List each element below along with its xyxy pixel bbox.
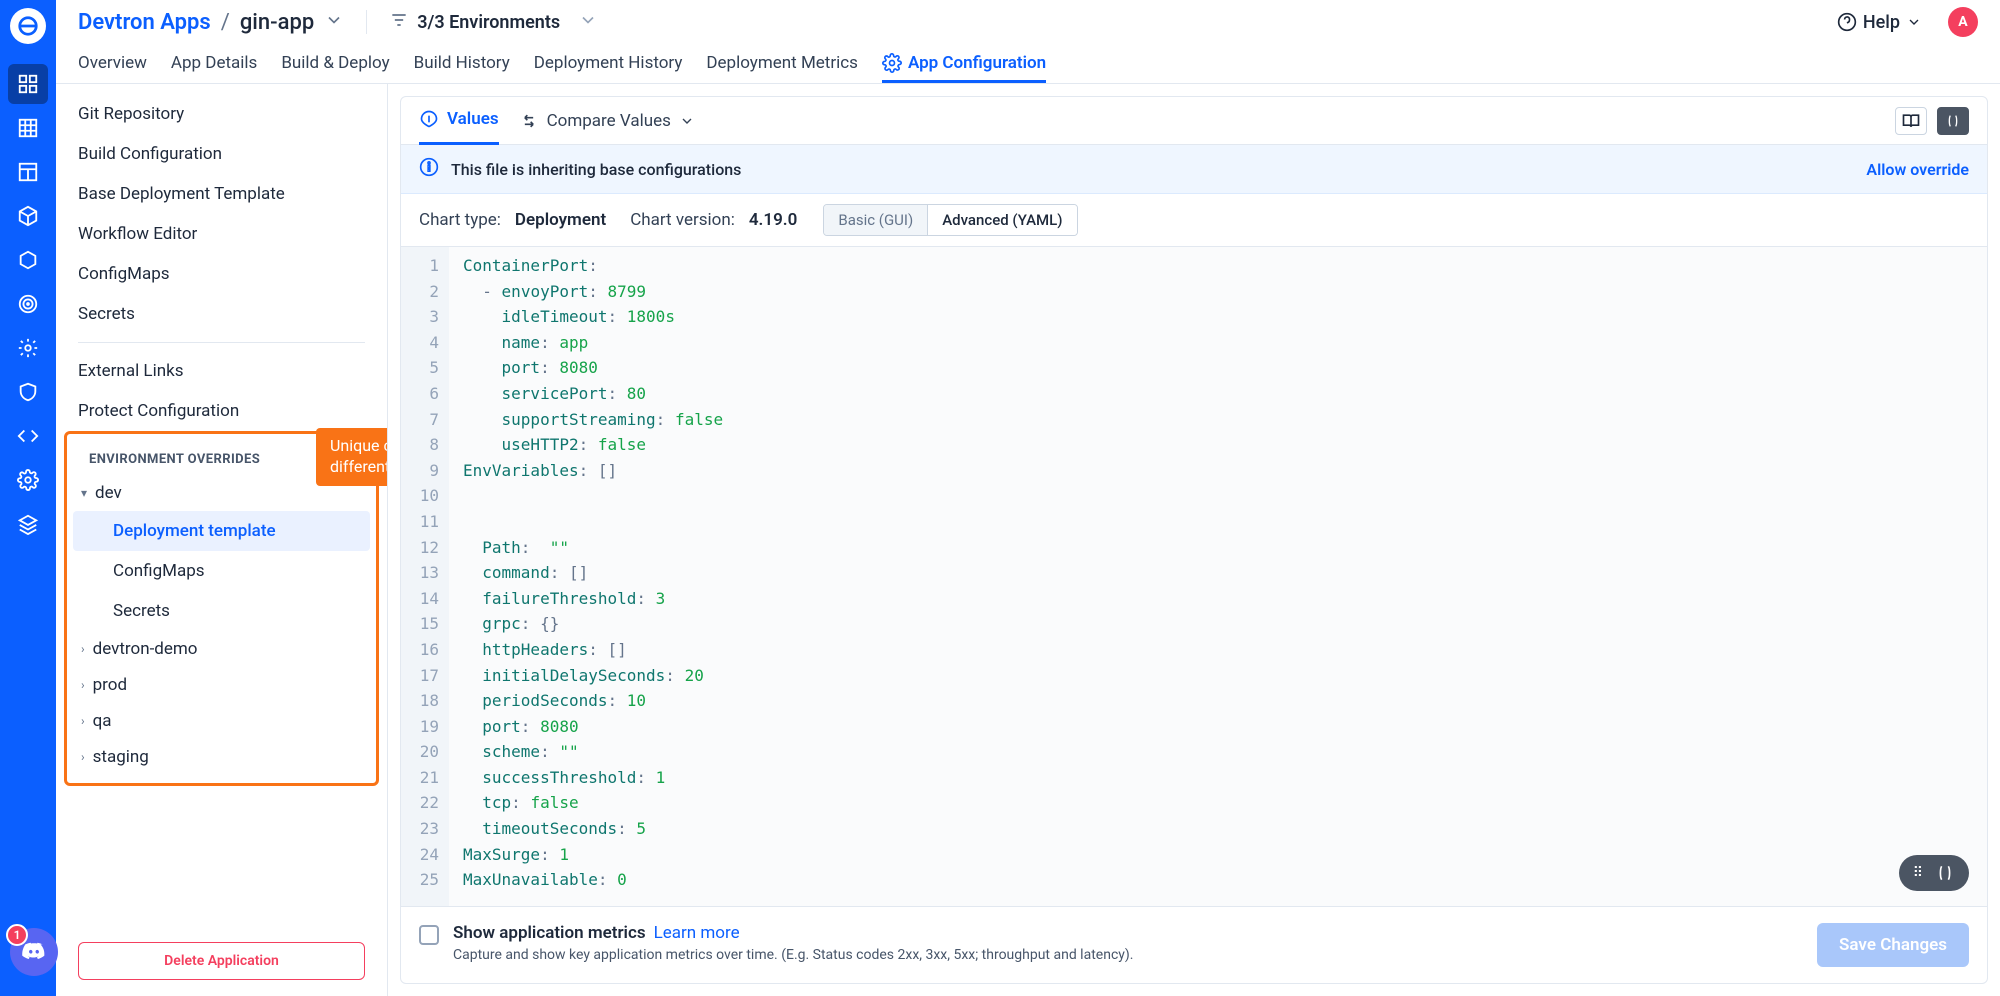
env-callout: Unique configurations for different envi…	[316, 428, 388, 486]
nav-target-icon[interactable]	[8, 284, 48, 324]
chevron-right-icon: ›	[81, 714, 85, 728]
env-row-devtron-demo[interactable]: ›devtron-demo	[67, 631, 376, 667]
tab-build-deploy[interactable]: Build & Deploy	[281, 53, 389, 83]
footer-title: Show application metrics	[453, 923, 646, 943]
variables-button[interactable]	[1937, 107, 1969, 135]
info-strip: This file is inheriting base configurati…	[401, 145, 1987, 194]
tab-deployment-history[interactable]: Deployment History	[534, 53, 683, 83]
nav-window-icon[interactable]	[8, 152, 48, 192]
env-filter[interactable]: 3/3 Environments	[389, 10, 598, 35]
sidebar-item-git-repo[interactable]: Git Repository	[56, 94, 387, 134]
nav-gear-icon[interactable]	[8, 328, 48, 368]
nav-settings-icon[interactable]	[8, 460, 48, 500]
tab-build-history[interactable]: Build History	[414, 53, 510, 83]
help-button[interactable]: Help	[1837, 12, 1922, 33]
nav-apps-icon[interactable]	[8, 64, 48, 104]
app-tabs: Overview App Details Build & Deploy Buil…	[56, 44, 2000, 84]
chevron-down-icon	[578, 10, 598, 35]
discord-badge: 1	[6, 924, 28, 946]
nav-cube-icon[interactable]	[8, 240, 48, 280]
nav-package-icon[interactable]	[8, 196, 48, 236]
info-text: This file is inheriting base configurati…	[451, 160, 741, 179]
env-row-staging[interactable]: ›staging	[67, 739, 376, 775]
view-mode-segment: Basic (GUI) Advanced (YAML)	[823, 204, 1077, 236]
env-overrides-box: Unique configurations for different envi…	[64, 431, 379, 786]
tab-app-configuration[interactable]: App Configuration	[882, 53, 1046, 83]
readme-button[interactable]	[1895, 107, 1927, 135]
filter-icon	[389, 10, 409, 35]
drag-icon: ⠿	[1913, 865, 1923, 881]
chart-type-label: Chart type:	[419, 210, 501, 230]
delete-application-button[interactable]: Delete Application	[78, 942, 365, 980]
devtron-logo[interactable]	[10, 8, 46, 44]
nav-grid-icon[interactable]	[8, 108, 48, 148]
chevron-down-icon[interactable]	[324, 10, 344, 34]
user-avatar[interactable]: A	[1948, 7, 1978, 37]
braces-icon	[1935, 863, 1955, 883]
tab-app-details[interactable]: App Details	[171, 53, 257, 83]
breadcrumb-bar: Devtron Apps / gin-app 3/3 Environments …	[56, 0, 2000, 44]
segment-basic[interactable]: Basic (GUI)	[824, 205, 928, 235]
panel-footer: Show application metrics Learn more Captu…	[401, 906, 1987, 983]
config-panel: Values Compare Values This file is inher…	[400, 96, 1988, 984]
discord-button[interactable]: 1	[10, 928, 58, 976]
env-filter-label: 3/3 Environments	[417, 12, 560, 33]
panel-tab-values[interactable]: Values	[419, 97, 499, 145]
sidebar-item-workflow-editor[interactable]: Workflow Editor	[56, 214, 387, 254]
sidebar-item-configmaps[interactable]: ConfigMaps	[56, 254, 387, 294]
panel-tab-compare[interactable]: Compare Values	[519, 111, 695, 131]
config-sidebar: Git Repository Build Configuration Base …	[56, 84, 388, 996]
env-row-prod[interactable]: ›prod	[67, 667, 376, 703]
sidebar-item-base-template[interactable]: Base Deployment Template	[56, 174, 387, 214]
chevron-right-icon: ›	[81, 678, 85, 692]
breadcrumb-root[interactable]: Devtron Apps	[78, 10, 211, 35]
tab-deployment-metrics[interactable]: Deployment Metrics	[706, 53, 858, 83]
yaml-editor[interactable]: 1234567891011121314151617181920212223242…	[401, 247, 1987, 906]
sidebar-item-build-config[interactable]: Build Configuration	[56, 134, 387, 174]
nav-layers-icon[interactable]	[8, 504, 48, 544]
segment-advanced[interactable]: Advanced (YAML)	[928, 205, 1076, 235]
chart-version-value: 4.19.0	[749, 210, 798, 230]
learn-more-link[interactable]: Learn more	[654, 923, 740, 943]
env-child-secrets[interactable]: Secrets	[73, 591, 370, 631]
chart-type-value: Deployment	[515, 210, 606, 230]
chart-meta-row: Chart type: Deployment Chart version: 4.…	[401, 194, 1987, 247]
breadcrumb-sep: /	[221, 10, 230, 35]
sidebar-item-protect-config[interactable]: Protect Configuration	[56, 391, 387, 431]
allow-override-link[interactable]: Allow override	[1866, 160, 1969, 179]
sidebar-item-secrets[interactable]: Secrets	[56, 294, 387, 334]
chart-version-label: Chart version:	[630, 210, 735, 230]
breadcrumb-leaf: gin-app	[240, 10, 314, 35]
footer-subtitle: Capture and show key application metrics…	[453, 947, 1133, 963]
global-nav: 1	[0, 0, 56, 996]
env-child-configmaps[interactable]: ConfigMaps	[73, 551, 370, 591]
save-changes-button[interactable]: Save Changes	[1817, 923, 1969, 967]
metrics-checkbox[interactable]	[419, 925, 439, 945]
env-row-qa[interactable]: ›qa	[67, 703, 376, 739]
chevron-right-icon: ›	[81, 750, 85, 764]
scoped-variables-pill[interactable]: ⠿	[1899, 855, 1969, 891]
tab-overview[interactable]: Overview	[78, 53, 147, 83]
sidebar-item-external-links[interactable]: External Links	[56, 351, 387, 391]
env-child-deployment-template[interactable]: Deployment template	[73, 511, 370, 551]
chevron-down-icon: ▾	[81, 486, 87, 500]
info-icon	[419, 157, 439, 181]
chevron-right-icon: ›	[81, 642, 85, 656]
nav-shield-icon[interactable]	[8, 372, 48, 412]
nav-code-icon[interactable]	[8, 416, 48, 456]
